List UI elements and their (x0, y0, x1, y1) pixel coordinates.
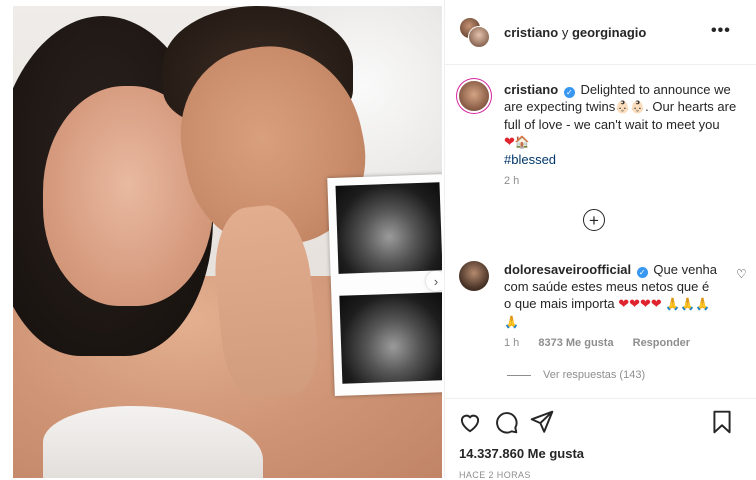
header-avatars[interactable] (459, 17, 490, 48)
avatar[interactable] (459, 81, 489, 111)
comment-emoji-hearts: ❤❤❤❤ (618, 296, 662, 311)
avatar (468, 26, 490, 48)
view-replies-label: Ver respuestas (143) (543, 369, 646, 381)
ultrasound-image-top (335, 182, 442, 274)
instagram-post: › cristiano y georginagio ••• cristiano … (0, 0, 756, 480)
caption-username[interactable]: cristiano (504, 82, 558, 97)
comment-likes[interactable]: 8373 Me gusta (538, 337, 613, 349)
post-header: cristiano y georginagio ••• (445, 0, 756, 65)
post-side-panel: cristiano y georginagio ••• cristiano ✓ … (444, 0, 756, 480)
replies-divider (507, 374, 531, 376)
bookmark-icon[interactable] (709, 409, 735, 435)
post-photo[interactable]: › (13, 6, 442, 478)
carousel-next-icon[interactable]: › (426, 271, 442, 291)
post-actions: 14.337.860 Me gusta HACE 2 HORAS (445, 398, 756, 480)
verified-badge-icon: ✓ (563, 87, 575, 98)
comment-username[interactable]: doloresaveiroofficial (504, 262, 631, 277)
ultrasound-image-bottom (339, 292, 442, 384)
caption-timestamp[interactable]: 2 h (504, 175, 519, 187)
more-horizontal-icon[interactable]: ••• (711, 23, 731, 39)
verified-badge-icon: ✓ (636, 267, 648, 278)
comment-like-icon[interactable]: ♡ (736, 267, 747, 281)
header-accounts: cristiano y georginagio (504, 25, 646, 40)
likes-count[interactable]: 14.337.860 Me gusta (459, 446, 584, 461)
view-replies-button[interactable]: Ver respuestas (143) (507, 369, 645, 381)
avatar[interactable] (459, 261, 489, 291)
header-joiner: y (561, 25, 569, 40)
comment-time[interactable]: 1 h (504, 337, 519, 349)
comment-reply-button[interactable]: Responder (633, 337, 690, 349)
comment-text: doloresaveiroofficial ✓ Que venha com sa… (504, 261, 719, 331)
caption-hashtag[interactable]: #blessed (504, 152, 556, 167)
ultrasound-photo (327, 173, 442, 397)
heart-icon[interactable] (457, 409, 483, 435)
comment-icon[interactable] (493, 409, 519, 435)
header-account-primary[interactable]: cristiano (504, 25, 558, 40)
caption-text: cristiano ✓ Delighted to announce we are… (504, 81, 749, 168)
caption-emoji-heart: ❤ (504, 134, 515, 149)
caption-emoji-babies: 👶🏻👶🏻 (615, 100, 646, 114)
caption-emoji-house: 🏠 (514, 135, 530, 149)
add-circle-icon[interactable]: + (583, 209, 605, 231)
header-account-secondary[interactable]: georginagio (572, 25, 646, 40)
paper-plane-icon[interactable] (529, 409, 555, 435)
posted-time: HACE 2 HORAS (459, 470, 531, 480)
comment-meta: 1 h 8373 Me gusta Responder (504, 337, 706, 349)
